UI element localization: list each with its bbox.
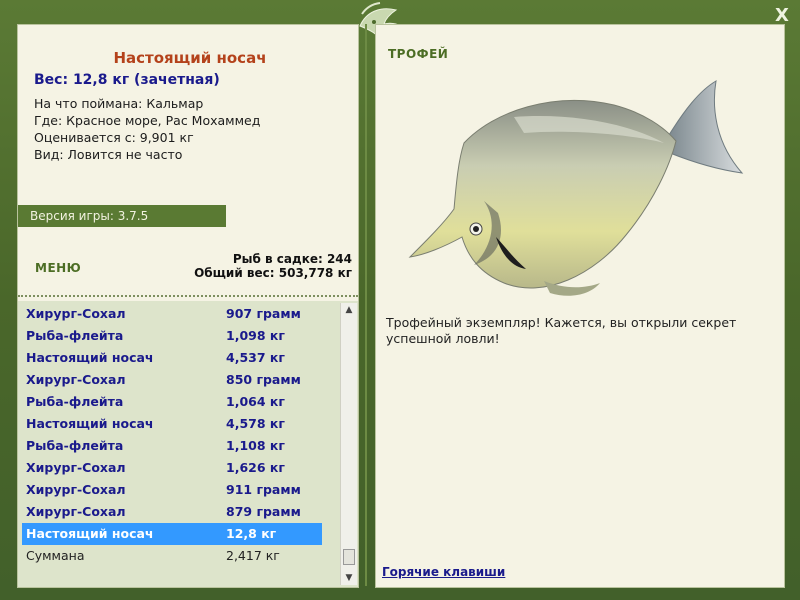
- fish-count: Рыб в садке: 244: [232, 252, 352, 266]
- list-item-weight: 1,108 кг: [226, 438, 285, 453]
- list-item-name: Настоящий носач: [26, 350, 154, 365]
- list-item-name: Хирург-Сохал: [26, 372, 126, 387]
- list-item[interactable]: Хирург-Сохал 879 грамм: [22, 501, 322, 523]
- arrow-up-icon[interactable]: ▲: [341, 303, 357, 317]
- list-item-weight: 907 грамм: [226, 306, 301, 321]
- fish-weight: Вес: 12,8 кг (зачетная): [34, 72, 220, 88]
- list-item[interactable]: Рыба-флейта 1,098 кг: [22, 325, 322, 347]
- list-item-weight: 879 грамм: [226, 504, 301, 519]
- trophy-message: Трофейный экземпляр! Кажется, вы открыли…: [386, 315, 737, 346]
- list-item[interactable]: Рыба-флейта 1,064 кг: [22, 391, 322, 413]
- panel-divider: [365, 24, 367, 586]
- list-item[interactable]: Хирург-Сохал 850 грамм: [22, 369, 322, 391]
- list-item[interactable]: Суммана 2,417 кг: [22, 545, 322, 567]
- list-item-weight: 1,064 кг: [226, 394, 285, 409]
- trophy-panel: ТРОФЕЙ Трофейный экземпляр! Кажется, вы …: [375, 24, 785, 588]
- list-item[interactable]: Хирург-Сохал 1,626 кг: [22, 457, 322, 479]
- value-info: Оценивается с: 9,901 кг: [34, 130, 194, 145]
- list-item-weight: 1,098 кг: [226, 328, 285, 343]
- arrow-down-icon[interactable]: ▼: [341, 571, 357, 585]
- version-bar: Версия игры: 3.7.5: [18, 205, 226, 227]
- location-info: Где: Красное море, Рас Мохаммед: [34, 113, 261, 128]
- fish-title: Настоящий носач: [113, 49, 267, 67]
- rarity-info: Вид: Ловится не часто: [34, 147, 183, 162]
- list-item-name: Суммана: [26, 548, 85, 563]
- list-item[interactable]: Хирург-Сохал 911 грамм: [22, 479, 322, 501]
- list-item-name: Рыба-флейта: [26, 328, 124, 343]
- list-item-name: Настоящий носач: [26, 416, 154, 431]
- catch-stats: Рыб в садке: 244 Общий вес: 503,778 кг: [194, 252, 352, 280]
- list-item-weight: 1,626 кг: [226, 460, 285, 475]
- list-item-selected[interactable]: Настоящий носач 12,8 кг: [22, 523, 322, 545]
- list-item-weight: 12,8 кг: [226, 526, 277, 541]
- bait-info: На что поймана: Кальмар: [34, 96, 204, 111]
- list-item-name: Настоящий носач: [26, 526, 154, 541]
- list-item[interactable]: Рыба-флейта 1,108 кг: [22, 435, 322, 457]
- list-item-weight: 911 грамм: [226, 482, 301, 497]
- list-item[interactable]: Хирург-Сохал 907 грамм: [22, 303, 322, 325]
- list-item-name: Хирург-Сохал: [26, 504, 126, 519]
- fish-image: [408, 80, 744, 296]
- list-item-weight: 2,417 кг: [226, 548, 280, 563]
- list-item-name: Рыба-флейта: [26, 394, 124, 409]
- list-item-name: Хирург-Сохал: [26, 482, 126, 497]
- list-item[interactable]: Настоящий носач 4,578 кг: [22, 413, 322, 435]
- list-item-weight: 4,578 кг: [226, 416, 285, 431]
- fish-list[interactable]: Хирург-Сохал 907 грамм Рыба-флейта 1,098…: [18, 301, 358, 587]
- dotted-separator: [18, 295, 358, 297]
- total-weight: Общий вес: 503,778 кг: [194, 266, 352, 280]
- list-item-weight: 4,537 кг: [226, 350, 285, 365]
- menu-button[interactable]: МЕНЮ: [35, 261, 81, 275]
- hotkeys-link[interactable]: Горячие клавиши: [382, 565, 505, 579]
- list-item-weight: 850 грамм: [226, 372, 301, 387]
- catch-info-panel: Настоящий носач Вес: 12,8 кг (зачетная) …: [17, 24, 359, 588]
- list-item-name: Рыба-флейта: [26, 438, 124, 453]
- list-item[interactable]: Настоящий носач 4,537 кг: [22, 347, 322, 369]
- scroll-thumb[interactable]: [343, 549, 355, 565]
- list-item-name: Хирург-Сохал: [26, 460, 126, 475]
- list-item-name: Хирург-Сохал: [26, 306, 126, 321]
- list-scrollbar[interactable]: ▲ ▼: [340, 303, 357, 585]
